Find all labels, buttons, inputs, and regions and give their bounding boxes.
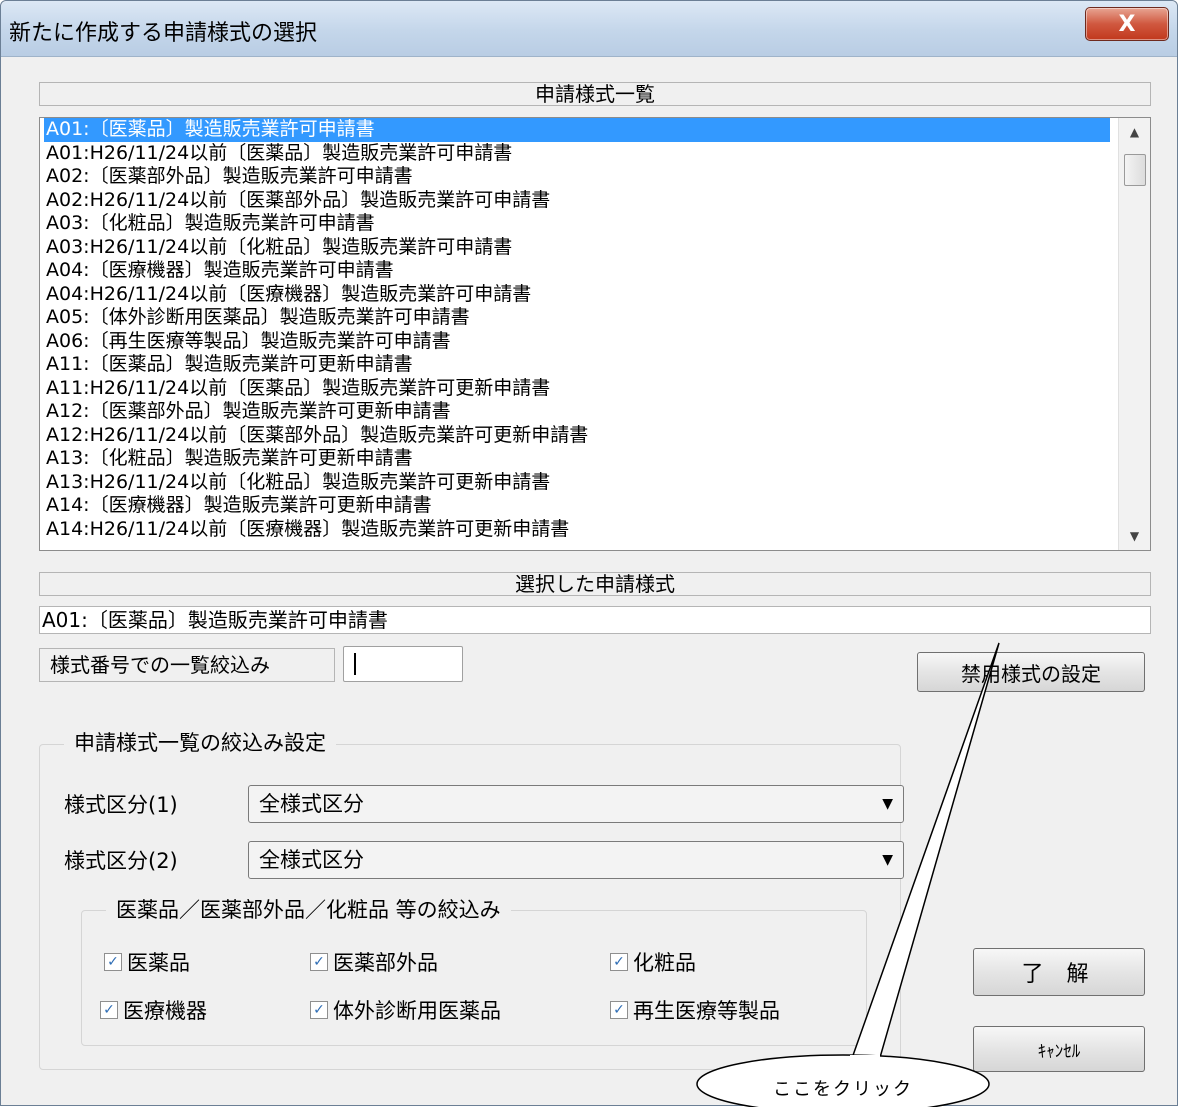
callout-balloon [696, 642, 1000, 1107]
dialog-window: 新たに作成する申請様式の選択 X 申請様式一覧 A01:〔医薬品〕製造販売業許可… [0, 0, 1178, 1107]
callout-pointer [849, 642, 1000, 1062]
callout-text: ここをクリック [773, 1079, 913, 1100]
